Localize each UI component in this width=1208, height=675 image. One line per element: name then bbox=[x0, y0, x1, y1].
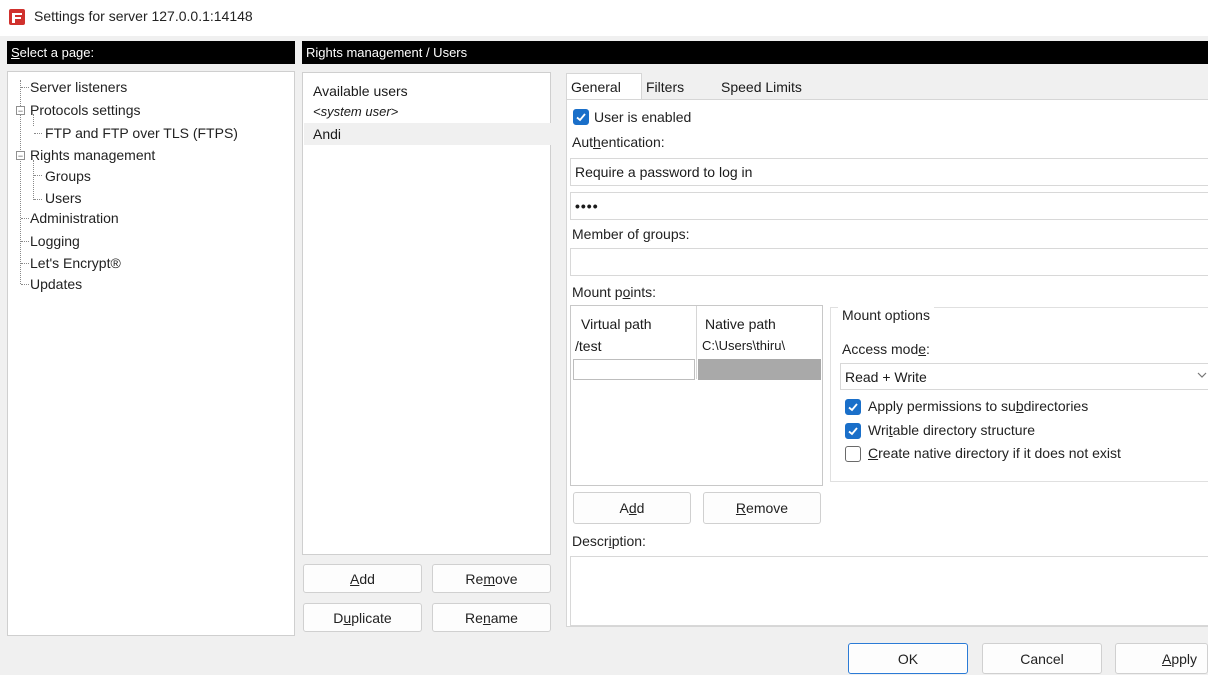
tree-item-server-listeners[interactable]: Server listeners bbox=[30, 78, 127, 96]
writable-checkbox[interactable] bbox=[845, 423, 861, 439]
apply-button[interactable]: Apply bbox=[1115, 643, 1208, 674]
collapse-protocols-icon[interactable]: − bbox=[16, 106, 25, 116]
mount-options-title: Mount options bbox=[838, 307, 934, 323]
authentication-select[interactable]: Require a password to log in bbox=[570, 158, 1208, 186]
tree-item-administration[interactable]: Administration bbox=[30, 209, 119, 227]
mount-add-button[interactable]: Add bbox=[573, 492, 691, 524]
tree-connector bbox=[21, 218, 29, 219]
tree-connector bbox=[21, 263, 29, 264]
cancel-button[interactable]: Cancel bbox=[982, 643, 1102, 674]
ok-button[interactable]: OK bbox=[848, 643, 968, 674]
writable-label: Writable directory structure bbox=[868, 422, 1036, 438]
tab-general[interactable]: General bbox=[571, 79, 621, 95]
password-field[interactable]: •••• bbox=[570, 192, 1208, 220]
access-mode-value: Read + Write bbox=[845, 369, 927, 385]
apply-permissions-checkbox[interactable] bbox=[845, 399, 861, 415]
tree-item-ftp-ftps[interactable]: FTP and FTP over TLS (FTPS) bbox=[45, 124, 238, 142]
mount-header-native[interactable]: Native path bbox=[705, 316, 776, 332]
tree-connector bbox=[34, 133, 42, 134]
remove-user-button[interactable]: Re m ove bbox=[432, 564, 551, 593]
window-title: Settings for server 127.0.0.1:14148 bbox=[34, 8, 253, 24]
user-enabled-label: User is enabled bbox=[594, 109, 692, 125]
tab-filters[interactable]: Filters bbox=[646, 79, 684, 95]
description-label: Description: bbox=[572, 533, 646, 549]
mount-cell-native[interactable]: C:\Users\thiru\ bbox=[702, 338, 822, 353]
tree-connector bbox=[34, 199, 42, 200]
select-page-label: Select a page: bbox=[11, 45, 95, 60]
tree-item-users[interactable]: Users bbox=[45, 189, 82, 207]
description-textarea[interactable] bbox=[570, 556, 1208, 626]
mount-header-virtual[interactable]: Virtual path bbox=[581, 316, 652, 332]
tree-connector bbox=[33, 160, 34, 200]
apply-permissions-label: Apply permissions to subdirectories bbox=[868, 398, 1089, 414]
tree-connector bbox=[21, 87, 29, 88]
mount-points-label: Mount points: bbox=[572, 284, 657, 300]
filezilla-server-icon bbox=[8, 8, 26, 26]
create-native-checkbox[interactable] bbox=[845, 446, 861, 462]
users-list-title: Available users bbox=[313, 83, 408, 99]
rename-user-button[interactable]: Re n ame bbox=[432, 603, 551, 632]
select-page-header: Select a page: bbox=[7, 41, 295, 64]
chevron-down-icon[interactable] bbox=[1196, 368, 1208, 380]
add-user-button[interactable]: Add bbox=[303, 564, 422, 593]
tree-connector bbox=[21, 284, 29, 285]
collapse-rights-icon[interactable]: − bbox=[16, 151, 25, 161]
user-item-andi[interactable]: Andi bbox=[304, 123, 551, 145]
tree-item-rights-management[interactable]: Rights management bbox=[30, 146, 155, 164]
column-divider bbox=[696, 306, 697, 379]
mount-edit-native[interactable] bbox=[698, 359, 821, 380]
tree-connector bbox=[34, 175, 42, 176]
mount-edit-virtual[interactable] bbox=[573, 359, 695, 380]
tree-item-updates[interactable]: Updates bbox=[30, 275, 82, 293]
tree-item-lets-encrypt[interactable]: Let's Encrypt® bbox=[30, 254, 121, 272]
tree-connector bbox=[21, 241, 29, 242]
duplicate-user-button[interactable]: Du plicate bbox=[303, 603, 422, 632]
mount-cell-virtual[interactable]: /test bbox=[575, 338, 693, 354]
tree-item-protocols-settings[interactable]: Protocols settings bbox=[30, 101, 141, 119]
tree-item-logging[interactable]: Logging bbox=[30, 232, 80, 250]
mount-points-table[interactable]: Virtual path Native path /test C:\Users\… bbox=[570, 305, 823, 486]
create-native-label: Create native directory if it does not e… bbox=[868, 445, 1121, 461]
page-tree[interactable]: − − Server listeners Protocols settings … bbox=[7, 71, 295, 636]
groups-field[interactable] bbox=[570, 248, 1208, 276]
access-mode-select[interactable]: Read + Write bbox=[840, 363, 1208, 390]
access-mode-label: Access mode: bbox=[842, 341, 930, 357]
user-enabled-checkbox[interactable] bbox=[573, 109, 589, 125]
tree-item-groups[interactable]: Groups bbox=[45, 167, 91, 185]
authentication-label: Authentication: bbox=[572, 134, 665, 150]
rights-users-header: Rights management / Users bbox=[302, 41, 1208, 64]
groups-label: Member of groups: bbox=[572, 226, 690, 242]
user-item-system[interactable]: <system user> bbox=[304, 101, 551, 123]
mount-remove-button[interactable]: Remove bbox=[703, 492, 821, 524]
available-users-list[interactable]: Available users <system user> Andi bbox=[302, 72, 551, 555]
tab-speed-limits[interactable]: Speed Limits bbox=[721, 79, 802, 95]
